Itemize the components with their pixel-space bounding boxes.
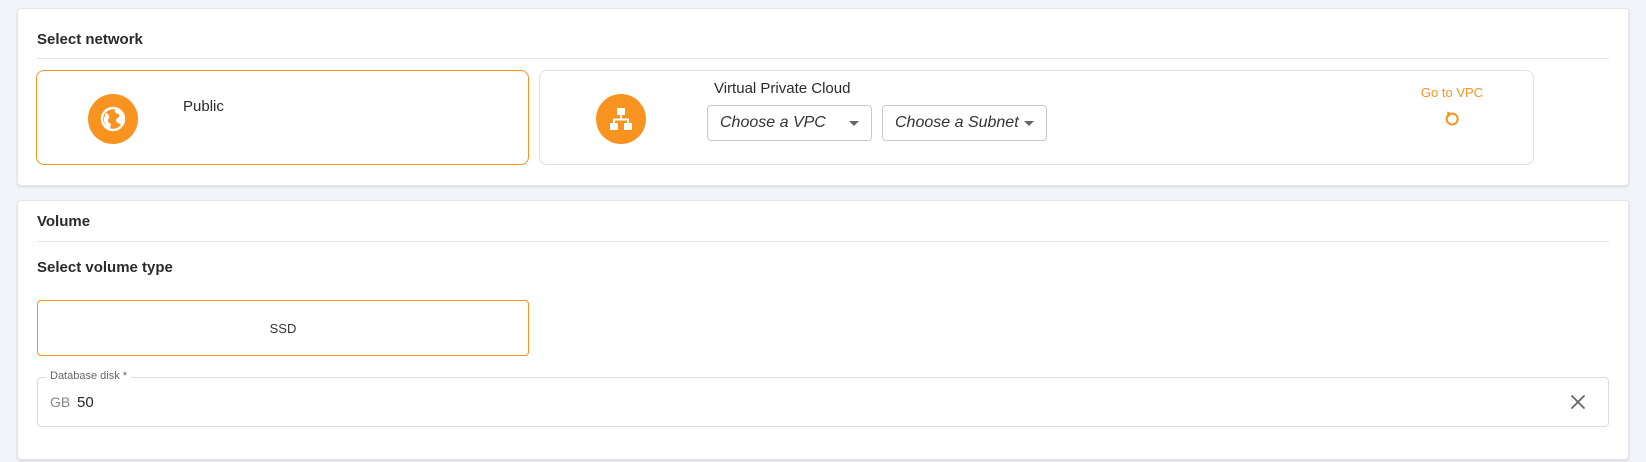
public-option-label: Public xyxy=(183,98,224,115)
globe-icon xyxy=(88,94,138,144)
ssd-option-label: SSD xyxy=(269,320,297,336)
disk-unit-label: GB xyxy=(50,394,71,410)
database-disk-label: Database disk * xyxy=(46,370,132,382)
database-disk-field[interactable]: Database disk * GB 50 xyxy=(37,370,1609,427)
network-card: Select network Public Virtual Private Cl xyxy=(17,8,1629,186)
subnet-select[interactable]: Choose a Subnet xyxy=(882,105,1047,141)
vpc-select-value: Choose a VPC xyxy=(720,114,826,131)
vpc-network-option[interactable]: Virtual Private Cloud Choose a VPC Choos… xyxy=(539,70,1534,165)
go-to-vpc-link[interactable]: Go to VPC xyxy=(1414,85,1490,127)
volume-section-title: Volume xyxy=(37,213,91,230)
vpc-option-label: Virtual Private Cloud xyxy=(714,80,851,97)
public-network-option[interactable]: Public xyxy=(36,70,529,165)
go-to-vpc-label: Go to VPC xyxy=(1420,85,1484,100)
network-hierarchy-icon xyxy=(596,94,646,144)
disk-size-input[interactable]: 50 xyxy=(77,394,94,411)
network-section-title: Select network xyxy=(37,31,143,48)
volume-type-title: Select volume type xyxy=(37,259,173,276)
chevron-down-icon xyxy=(849,121,859,126)
network-divider xyxy=(37,58,1609,59)
vpc-select[interactable]: Choose a VPC xyxy=(707,105,872,141)
chevron-down-icon xyxy=(1024,121,1034,126)
volume-divider xyxy=(37,241,1609,242)
refresh-icon[interactable] xyxy=(1444,109,1460,127)
close-icon[interactable] xyxy=(1570,394,1586,410)
ssd-volume-option[interactable]: SSD xyxy=(37,300,529,356)
volume-card: Volume Select volume type SSD Database d… xyxy=(17,200,1629,460)
subnet-select-value: Choose a Subnet xyxy=(895,114,1019,131)
